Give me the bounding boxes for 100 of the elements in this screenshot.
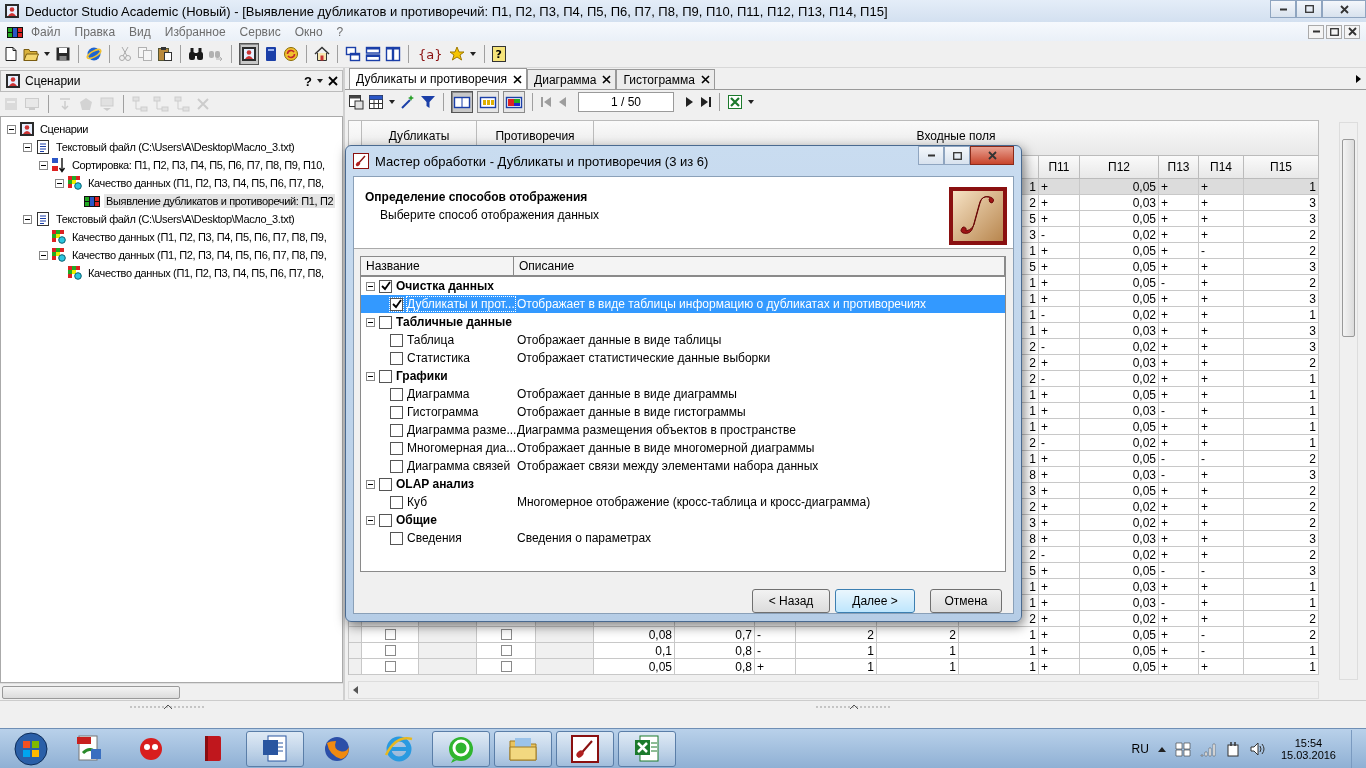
checkbox[interactable] <box>390 495 403 509</box>
collapse-toggle[interactable] <box>39 160 48 170</box>
checkbox[interactable] <box>379 477 392 491</box>
menu-item[interactable]: Избранное <box>157 24 233 39</box>
group-label[interactable]: Очистка данных <box>396 279 494 293</box>
close-icon[interactable] <box>602 75 612 84</box>
language-indicator[interactable]: RU <box>1131 741 1149 756</box>
home-icon[interactable] <box>314 46 330 62</box>
taskbar-button[interactable] <box>432 730 490 767</box>
tree-item[interactable]: Качество данных (П1, П2, П3, П4, П5, П6, П7, П8, П9, <box>70 230 329 244</box>
collapse-toggle[interactable] <box>366 515 375 525</box>
globe-icon[interactable] <box>86 46 102 62</box>
tile-horizontal-icon[interactable] <box>365 46 381 62</box>
clock-date[interactable]: 15.03.2016 <box>1280 748 1336 761</box>
spreadsheet-icon[interactable] <box>727 94 743 110</box>
column-header[interactable]: П12 <box>1080 156 1159 179</box>
last-page-icon[interactable] <box>700 94 712 110</box>
maximize-button[interactable] <box>944 146 970 165</box>
checkbox[interactable] <box>379 279 392 293</box>
collapse-toggle[interactable] <box>39 250 48 260</box>
tree-item[interactable]: Текстовый файл (C:\Users\A\Desktop\Масло_3.txt) <box>54 140 297 154</box>
collapse-toggle[interactable] <box>7 124 16 134</box>
group-label[interactable]: Общие <box>396 513 437 527</box>
checkbox[interactable] <box>390 297 403 311</box>
column-header[interactable]: П11 <box>1039 156 1080 179</box>
collapse-toggle[interactable] <box>366 317 375 327</box>
close-icon[interactable] <box>700 75 710 84</box>
checkbox[interactable] <box>390 333 403 347</box>
binoculars-icon[interactable] <box>188 46 204 62</box>
close-button[interactable] <box>1322 0 1366 18</box>
checkbox[interactable] <box>379 369 392 383</box>
checkbox[interactable] <box>500 645 512 656</box>
collapse-toggle[interactable] <box>366 371 375 381</box>
taskbar-button[interactable] <box>246 730 304 767</box>
dialog-button[interactable]: Отмена <box>930 589 1002 613</box>
group-label[interactable]: Табличные данные <box>396 315 512 329</box>
tile-vertical-icon[interactable] <box>385 46 401 62</box>
collapse-toggle[interactable] <box>55 178 64 188</box>
tree-item[interactable]: Выявление дубликатов и противоречий: П1, П2 <box>104 194 336 208</box>
close-button[interactable] <box>1344 24 1360 39</box>
group-label[interactable]: Графики <box>396 369 448 383</box>
tab[interactable]: Диаграмма <box>527 69 617 89</box>
restore-button[interactable] <box>1326 24 1342 39</box>
new-file-icon[interactable] <box>3 46 19 62</box>
checkbox[interactable] <box>390 531 403 545</box>
power-plug-icon[interactable] <box>1224 740 1241 757</box>
checkbox[interactable] <box>390 441 403 455</box>
taskbar-button[interactable] <box>556 730 614 767</box>
dialog-button[interactable]: Далее > <box>835 589 915 613</box>
splitter-grip-icon[interactable] <box>816 704 892 710</box>
checkbox[interactable] <box>500 661 512 672</box>
color-blocks-button[interactable] <box>503 91 525 113</box>
menu-item[interactable]: Сервис <box>232 24 288 39</box>
column-header[interactable]: Описание <box>514 257 1005 275</box>
tree-item[interactable]: Качество данных (П1, П2, П3, П4, П5, П6, П7, П8, П9, <box>70 248 329 262</box>
flag-icon[interactable] <box>1174 740 1191 757</box>
folder-icon[interactable] <box>23 46 39 62</box>
scroll-right-icon[interactable] <box>1355 73 1362 84</box>
scroll-left-icon[interactable] <box>353 686 359 694</box>
variable-button[interactable]: {a} <box>416 46 445 62</box>
scrollbar[interactable] <box>1339 122 1358 680</box>
dialog-button[interactable]: < Назад <box>752 589 830 613</box>
save-icon[interactable] <box>55 46 71 62</box>
scrollbar[interactable] <box>0 683 343 700</box>
column-header[interactable]: П15 <box>1244 156 1319 179</box>
checkbox[interactable] <box>384 629 396 640</box>
menu-item[interactable]: ? <box>329 24 351 39</box>
minimize-button[interactable] <box>1308 24 1324 39</box>
clipboard-icon[interactable] <box>157 46 173 62</box>
scrollbar[interactable] <box>348 681 1319 699</box>
menu-item[interactable]: Окно <box>287 24 330 39</box>
show-hidden-icon[interactable] <box>1157 745 1166 752</box>
help-button[interactable]: ? <box>491 46 506 62</box>
column-header[interactable]: П14 <box>1199 156 1244 179</box>
tab[interactable]: Гистограмма <box>616 69 715 89</box>
tab[interactable]: Дубликаты и противоречия <box>349 68 528 89</box>
splitter-grip-icon[interactable] <box>130 704 206 710</box>
cards-view-button[interactable] <box>477 91 499 113</box>
close-icon[interactable] <box>513 74 523 84</box>
checkbox[interactable] <box>390 351 403 365</box>
cascade-windows-icon[interactable] <box>345 46 361 62</box>
page-field[interactable]: 1 / 50 <box>578 92 674 112</box>
properties-icon[interactable] <box>348 94 364 110</box>
column-header[interactable]: Название <box>361 257 514 275</box>
checkbox[interactable] <box>500 629 512 640</box>
collapse-toggle[interactable] <box>366 281 375 291</box>
collapse-toggle[interactable] <box>23 142 32 152</box>
collapse-toggle[interactable] <box>23 214 32 224</box>
collapse-toggle[interactable] <box>366 479 375 489</box>
checkbox[interactable] <box>379 513 392 527</box>
grid-icon[interactable] <box>368 94 384 110</box>
tree-item[interactable]: Текстовый файл (C:\Users\A\Desktop\Масло_3.txt) <box>54 212 297 226</box>
tree-item[interactable]: Сценарии <box>38 122 91 136</box>
speaker-icon[interactable] <box>1249 740 1266 757</box>
checkbox[interactable] <box>390 387 403 401</box>
checkbox[interactable] <box>379 315 392 329</box>
taskbar-button[interactable] <box>618 730 676 767</box>
checkbox[interactable] <box>390 405 403 419</box>
help-button[interactable]: ? <box>304 73 312 89</box>
column-header[interactable]: П13 <box>1159 156 1199 179</box>
